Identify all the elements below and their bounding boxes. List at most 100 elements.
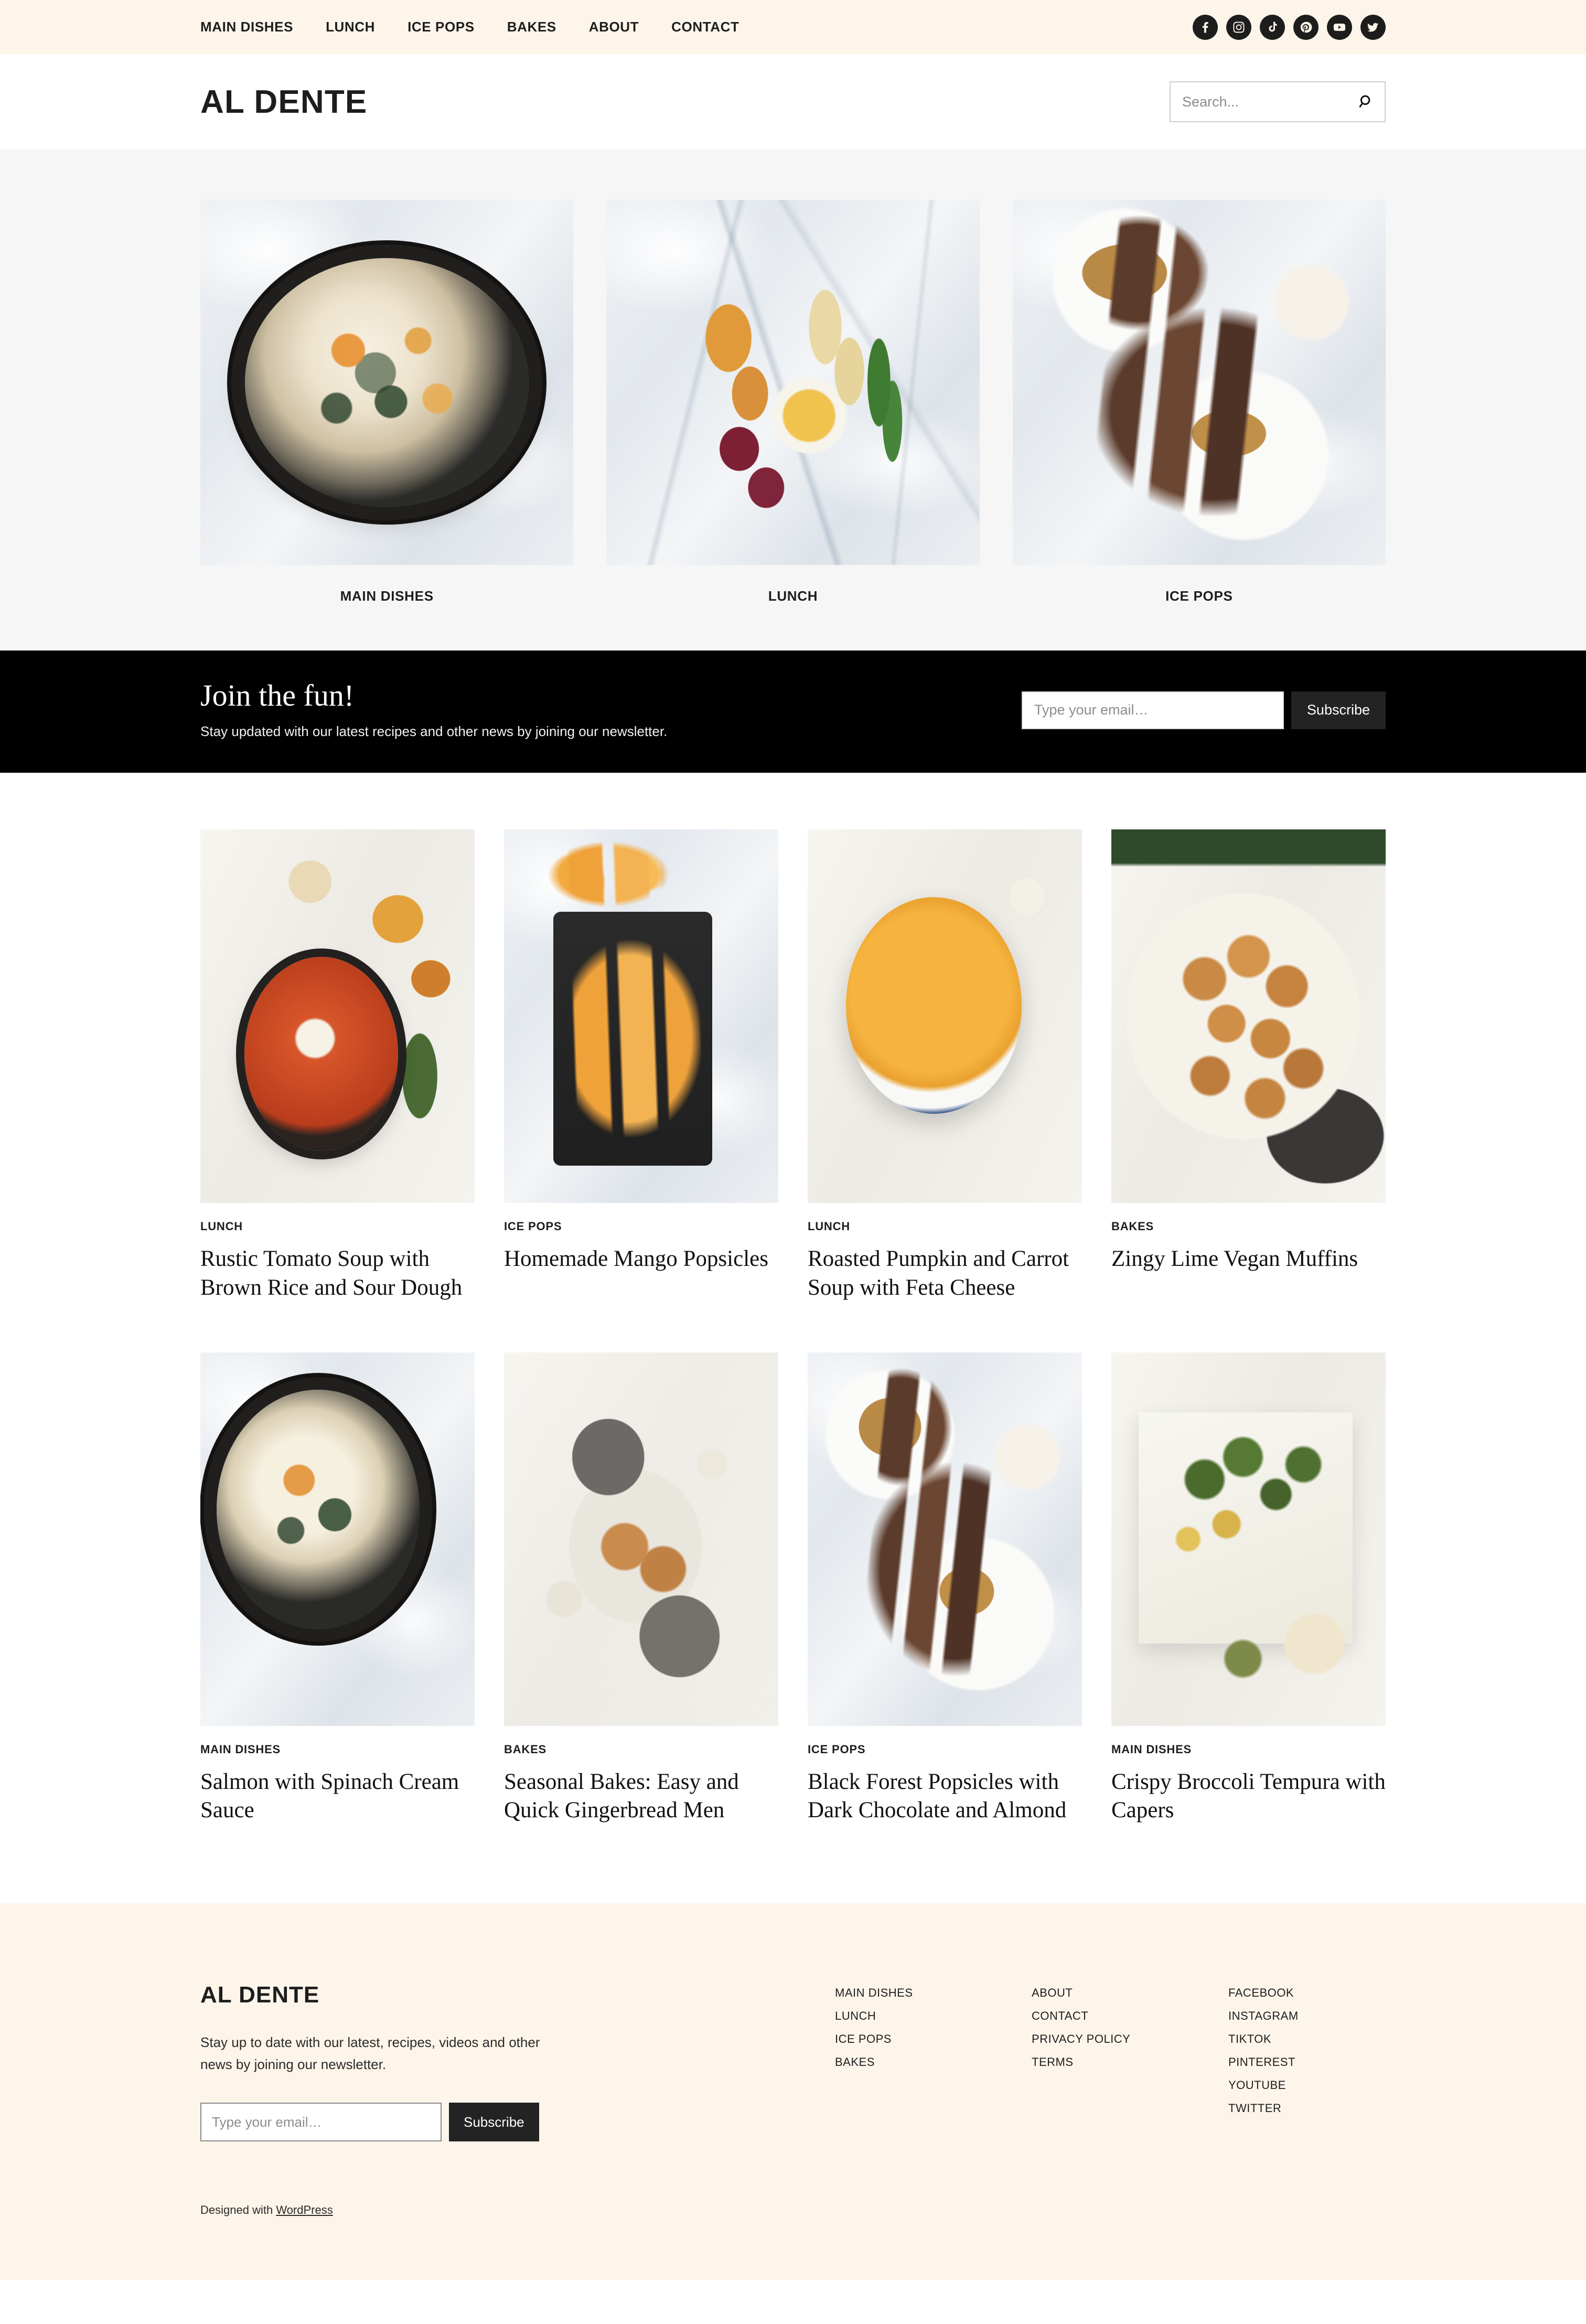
footer-link-terms[interactable]: TERMS bbox=[1032, 2055, 1074, 2069]
footer-link-ice-pops[interactable]: ICE POPS bbox=[835, 2032, 892, 2045]
footer-list-item: PINTEREST bbox=[1228, 2055, 1386, 2069]
recent-posts-section: LUNCH Rustic Tomato Soup with Brown Rice … bbox=[0, 773, 1586, 1904]
footer-list-item: INSTAGRAM bbox=[1228, 2009, 1386, 2023]
footer-link-about[interactable]: ABOUT bbox=[1032, 1986, 1073, 1999]
post-title: Rustic Tomato Soup with Brown Rice and S… bbox=[200, 1246, 463, 1300]
footer-link-youtube[interactable]: YOUTUBE bbox=[1228, 2078, 1286, 2092]
post-category[interactable]: MAIN DISHES bbox=[200, 1743, 475, 1756]
primary-nav-list: MAIN DISHES LUNCH ICE POPS BAKES ABOUT CONTAC… bbox=[200, 19, 740, 35]
nav-link-main-dishes[interactable]: MAIN DISHES bbox=[200, 19, 293, 35]
nav-link-contact[interactable]: CONTACT bbox=[671, 19, 739, 35]
footer-list-item: MAIN DISHES bbox=[835, 1986, 1032, 2000]
footer-link-contact[interactable]: CONTACT bbox=[1032, 2009, 1088, 2022]
post-category[interactable]: ICE POPS bbox=[504, 1220, 778, 1233]
search-icon[interactable] bbox=[1358, 94, 1374, 110]
post-grid: LUNCH Rustic Tomato Soup with Brown Rice … bbox=[200, 829, 1386, 1825]
post-card[interactable]: BAKES Seasonal Bakes: Easy and Quick Ging… bbox=[504, 1352, 778, 1825]
footer-list-item: CONTACT bbox=[1032, 2009, 1228, 2023]
footer-link-list: ABOUT CONTACT PRIVACY POLICY TERMS bbox=[1032, 1986, 1228, 2069]
facebook-icon[interactable] bbox=[1193, 14, 1218, 40]
footer-link-tiktok[interactable]: TIKTOK bbox=[1228, 2032, 1271, 2045]
nav-item: CONTACT bbox=[671, 19, 739, 35]
post-card[interactable]: ICE POPS Black Forest Popsicles with Dark… bbox=[808, 1352, 1082, 1825]
pinterest-icon[interactable] bbox=[1293, 14, 1319, 40]
footer-subscribe-button[interactable]: Subscribe bbox=[449, 2103, 539, 2142]
category-image bbox=[200, 200, 574, 565]
footer-subscribe-form: Subscribe bbox=[200, 2103, 599, 2142]
footer-link-columns: MAIN DISHES LUNCH ICE POPS BAKES ABOUT CONTAC… bbox=[835, 1982, 1386, 2217]
post-category[interactable]: BAKES bbox=[504, 1743, 778, 1756]
nav-item: LUNCH bbox=[326, 19, 375, 35]
site-logo[interactable]: AL DENTE bbox=[200, 83, 367, 121]
footer-link-lunch[interactable]: LUNCH bbox=[835, 2009, 876, 2022]
category-label: LUNCH bbox=[768, 588, 818, 604]
footer-logo[interactable]: AL DENTE bbox=[200, 1982, 319, 2008]
category-card[interactable]: MAIN DISHES bbox=[200, 200, 574, 604]
post-card[interactable]: LUNCH Roasted Pumpkin and Carrot Soup wit… bbox=[808, 829, 1082, 1302]
wordpress-link[interactable]: WordPress bbox=[276, 2203, 333, 2216]
footer-list-item: TWITTER bbox=[1228, 2102, 1386, 2115]
footer-link-privacy-policy[interactable]: PRIVACY POLICY bbox=[1032, 2032, 1130, 2045]
youtube-icon[interactable] bbox=[1327, 14, 1352, 40]
newsletter-email-input[interactable] bbox=[1021, 691, 1284, 729]
post-image bbox=[1111, 1352, 1386, 1726]
footer-description: Stay up to date with our latest, recipes… bbox=[200, 2034, 540, 2073]
nav-link-ice-pops[interactable]: ICE POPS bbox=[408, 19, 475, 35]
footer-list-item: ICE POPS bbox=[835, 2032, 1032, 2046]
post-image bbox=[504, 829, 778, 1203]
post-card[interactable]: ICE POPS Homemade Mango Popsicles bbox=[504, 829, 778, 1302]
footer-list-item: PRIVACY POLICY bbox=[1032, 2032, 1228, 2046]
category-image bbox=[606, 200, 980, 565]
tiktok-icon[interactable] bbox=[1260, 14, 1285, 40]
post-image bbox=[808, 829, 1082, 1203]
post-category[interactable]: LUNCH bbox=[200, 1220, 475, 1233]
nav-link-bakes[interactable]: BAKES bbox=[507, 19, 556, 35]
footer-list-item: TIKTOK bbox=[1228, 2032, 1386, 2046]
footer-email-input[interactable] bbox=[200, 2103, 442, 2142]
newsletter-subscribe-button[interactable]: Subscribe bbox=[1291, 691, 1386, 729]
footer-link-twitter[interactable]: TWITTER bbox=[1228, 2102, 1281, 2115]
post-title: Homemade Mango Popsicles bbox=[504, 1246, 768, 1272]
nav-item: ABOUT bbox=[589, 19, 639, 35]
post-card[interactable]: MAIN DISHES Crispy Broccoli Tempura with … bbox=[1111, 1352, 1386, 1825]
footer-credit-text: Designed with bbox=[200, 2203, 276, 2217]
footer-link-list: MAIN DISHES LUNCH ICE POPS BAKES bbox=[835, 1986, 1032, 2069]
social-links bbox=[1193, 14, 1386, 40]
brand-bar: AL DENTE bbox=[0, 54, 1586, 150]
post-title: Seasonal Bakes: Easy and Quick Gingerbre… bbox=[504, 1769, 739, 1822]
footer-link-facebook[interactable]: FACEBOOK bbox=[1228, 1986, 1294, 1999]
footer-list-item: TERMS bbox=[1032, 2055, 1228, 2069]
newsletter-subscribe-form: Subscribe bbox=[1021, 691, 1386, 729]
footer-link-list: FACEBOOK INSTAGRAM TIKTOK PINTEREST YOUTUBE T… bbox=[1228, 1986, 1386, 2115]
post-title: Salmon with Spinach Cream Sauce bbox=[200, 1769, 459, 1822]
post-title: Roasted Pumpkin and Carrot Soup with Fet… bbox=[808, 1246, 1069, 1300]
category-card[interactable]: ICE POPS bbox=[1012, 200, 1386, 604]
footer-link-instagram[interactable]: INSTAGRAM bbox=[1228, 2009, 1299, 2022]
nav-link-lunch[interactable]: LUNCH bbox=[326, 19, 375, 35]
post-title: Crispy Broccoli Tempura with Capers bbox=[1111, 1769, 1386, 1822]
post-card[interactable]: LUNCH Rustic Tomato Soup with Brown Rice … bbox=[200, 829, 475, 1302]
newsletter-subtitle: Stay updated with our latest recipes and… bbox=[200, 723, 668, 739]
post-category[interactable]: ICE POPS bbox=[808, 1743, 1082, 1756]
post-category[interactable]: MAIN DISHES bbox=[1111, 1743, 1386, 1756]
footer-link-bakes[interactable]: BAKES bbox=[835, 2055, 875, 2069]
post-category[interactable]: LUNCH bbox=[808, 1220, 1082, 1233]
footer-link-main-dishes[interactable]: MAIN DISHES bbox=[835, 1986, 913, 1999]
post-image bbox=[808, 1352, 1082, 1726]
search-form bbox=[1170, 81, 1396, 122]
footer-column: FACEBOOK INSTAGRAM TIKTOK PINTEREST YOUTUBE T… bbox=[1228, 1986, 1386, 2217]
newsletter-band: Join the fun! Stay updated with our late… bbox=[0, 651, 1586, 773]
category-hero-section: MAIN DISHES LUNCH ICE POPS bbox=[0, 150, 1586, 651]
category-card[interactable]: LUNCH bbox=[606, 200, 980, 604]
site-footer: AL DENTE Stay up to date with our latest… bbox=[0, 1903, 1586, 2280]
nav-link-about[interactable]: ABOUT bbox=[589, 19, 639, 35]
category-label: MAIN DISHES bbox=[340, 588, 434, 604]
footer-column: MAIN DISHES LUNCH ICE POPS BAKES bbox=[835, 1986, 1032, 2217]
twitter-icon[interactable] bbox=[1360, 14, 1386, 40]
post-card[interactable]: MAIN DISHES Salmon with Spinach Cream Sau… bbox=[200, 1352, 475, 1825]
footer-link-pinterest[interactable]: PINTEREST bbox=[1228, 2055, 1295, 2069]
instagram-icon[interactable] bbox=[1226, 14, 1251, 40]
post-card[interactable]: BAKES Zingy Lime Vegan Muffins bbox=[1111, 829, 1386, 1302]
post-category[interactable]: BAKES bbox=[1111, 1220, 1386, 1233]
footer-list-item: BAKES bbox=[835, 2055, 1032, 2069]
